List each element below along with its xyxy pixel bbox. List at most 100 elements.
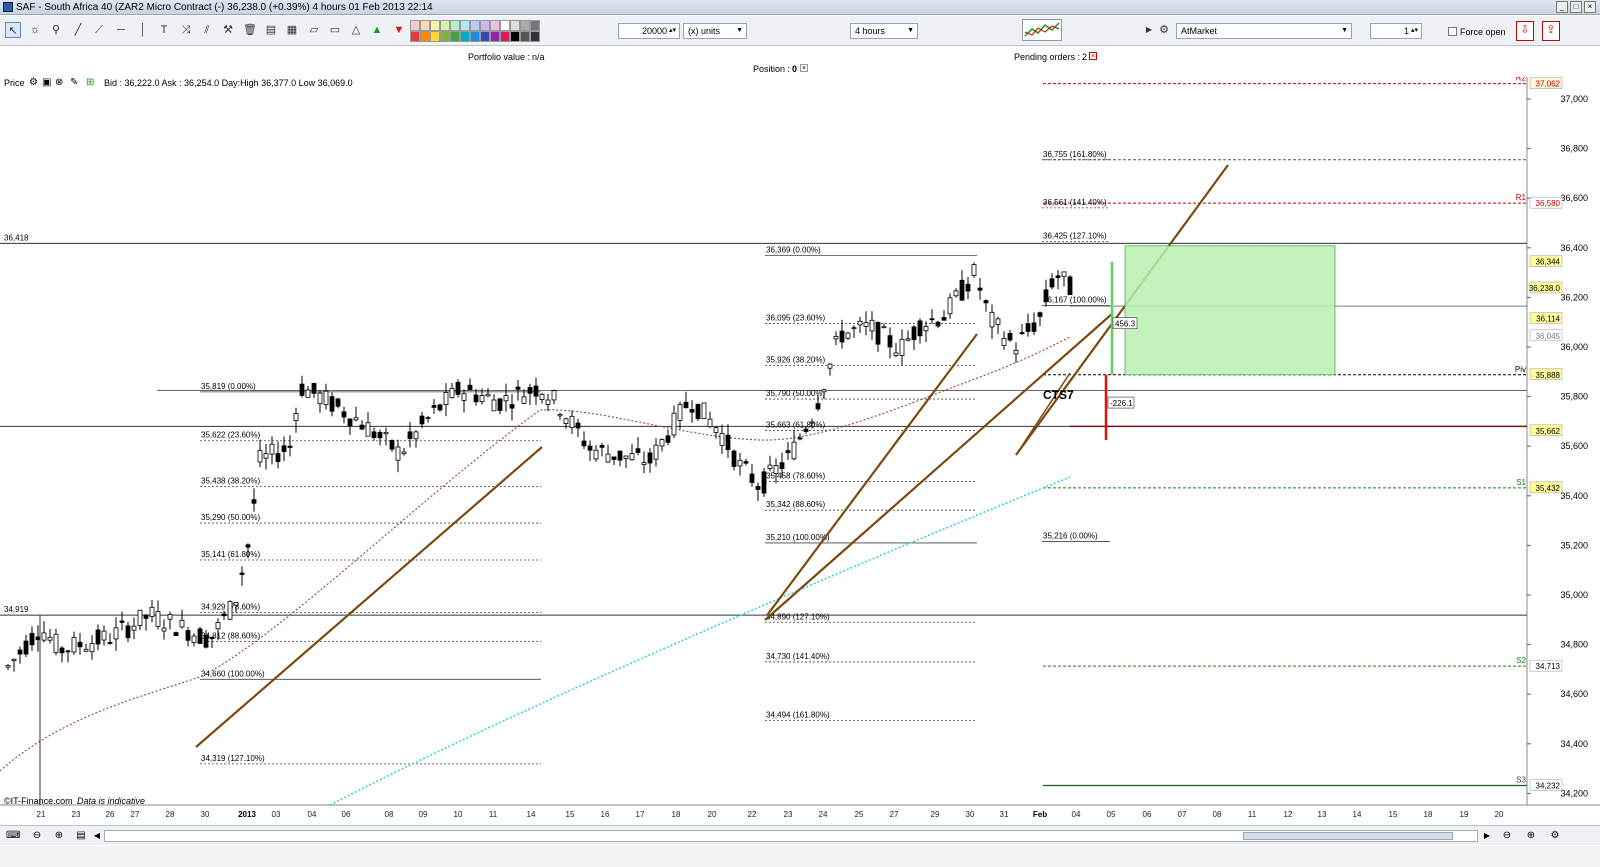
print-icon[interactable]: ▤ [74,829,88,843]
close-button[interactable]: × [1584,1,1596,13]
expand-arrow-icon[interactable]: ▶ [1145,22,1153,38]
palette-swatch[interactable] [460,20,470,31]
tools-icon[interactable]: ⚒ [220,22,236,38]
force-open-checkbox[interactable] [1448,27,1457,36]
keyboard-icon[interactable]: ⌨ [6,829,20,843]
y-tick-label: 35,200 [1560,540,1588,550]
scroll-right-icon[interactable]: ▶ [1480,829,1494,843]
order-settings-icon[interactable]: ⚙ [1156,22,1172,38]
cursor-icon[interactable]: ⊕ [52,829,66,843]
units-select[interactable]: (x) units ▼ [683,23,747,39]
scroll-thumb[interactable] [1243,832,1453,840]
sell-arrow-icon[interactable]: ▼ [391,22,407,38]
candle-up [353,417,359,421]
candle-up [101,630,107,641]
palette-swatch[interactable] [500,31,510,42]
scroll-left-icon[interactable]: ◀ [90,829,104,843]
delete-icon[interactable]: 🗑 [242,22,258,38]
chart-canvas[interactable]: 37,000 36,800 36,600 36,400 36,200 36,000 35,8… [0,77,1600,823]
horizontal-line-icon[interactable]: ─ [113,22,129,38]
candle-up [155,611,161,627]
palette-swatch[interactable] [510,31,520,42]
y-tick-label: 34,200 [1560,788,1588,798]
ruler-icon[interactable]: ▱ [306,22,322,38]
candle-down [59,647,65,654]
color-palette[interactable] [410,20,540,42]
palette-swatch[interactable] [490,20,500,31]
close-position-icon[interactable]: × [800,64,808,72]
candle-up [167,614,173,620]
palette-swatch[interactable] [410,31,420,42]
zoom-out-icon[interactable]: ⊖ [30,829,44,843]
palette-swatch[interactable] [530,31,540,42]
candle-up [701,402,707,420]
text-tool-icon[interactable]: T [156,22,172,38]
palette-swatch[interactable] [410,20,420,31]
candle-up [677,404,683,421]
palette-swatch[interactable] [430,31,440,42]
line-tool-icon[interactable]: ╱ [70,22,86,38]
palette-swatch[interactable] [470,20,480,31]
palette-swatch[interactable] [460,31,470,42]
palette-swatch[interactable] [450,20,460,31]
candle-up [569,415,575,428]
palette-swatch[interactable] [440,31,450,42]
candle-up [809,421,815,424]
zoom-tool-icon[interactable]: ⚲ [48,22,64,38]
palette-swatch[interactable] [530,20,540,31]
sell-order-icon[interactable]: ⇩ [1516,21,1534,41]
timeframe-select[interactable]: 4 hours ▼ [850,23,918,39]
close-positions-icon[interactable]: ⇪ [1542,21,1560,41]
maximize-button[interactable]: □ [1570,1,1582,13]
y-tick-label: 35,800 [1560,392,1588,402]
channel-tool-icon[interactable]: ⫽ [199,22,215,38]
order-qty-input[interactable]: 1 ▴▾ [1370,23,1422,39]
settings-icon[interactable]: ⚙ [1548,829,1562,843]
x-tick-label: 06 [1143,810,1152,819]
candle-down [785,450,791,453]
palette-swatch[interactable] [490,31,500,42]
triangle-tool-icon[interactable]: △ [348,22,364,38]
candle-down [197,628,203,644]
candle-down [299,383,305,396]
price-tag-label: 35,662 [1536,427,1561,436]
alarm-tool-icon[interactable]: ☼ [27,22,43,38]
app-icon [3,2,13,12]
quantity-input[interactable]: 20000 ▴▾ [618,23,680,39]
horizontal-scrollbar[interactable] [104,830,1478,842]
palette-swatch[interactable] [450,31,460,42]
indicator-icon[interactable]: ▤ [263,22,279,38]
palette-swatch[interactable] [440,20,450,31]
palette-swatch[interactable] [470,31,480,42]
candle-down [287,445,293,448]
chart-style-icon[interactable] [1022,19,1062,41]
fit-icon[interactable]: ⊕ [1524,829,1538,843]
palette-swatch[interactable] [500,20,510,31]
study-icon[interactable]: ▦ [284,22,300,38]
ray-tool-icon[interactable]: ⟋ [91,22,107,38]
x-tick-label: 2013 [238,810,256,819]
palette-swatch[interactable] [510,20,520,31]
minimize-button[interactable]: _ [1556,1,1568,13]
palette-swatch[interactable] [480,20,490,31]
fibonacci-tool-icon[interactable]: ⤨ [178,22,194,38]
zoom-icon[interactable]: ⊖ [1500,829,1514,843]
candle-down [419,415,425,425]
order-type-select[interactable]: AtMarket ▼ [1176,23,1352,39]
palette-swatch[interactable] [430,20,440,31]
price-chart[interactable]: 37,000 36,800 36,600 36,400 36,200 36,000 35,8… [0,77,1600,823]
buy-arrow-icon[interactable]: ▲ [369,22,385,38]
palette-swatch[interactable] [420,31,430,42]
pointer-tool-icon[interactable]: ↖ [5,22,21,38]
info-bar: Portfolio value : n/a Position : 0 × Pen… [0,47,1600,88]
portfolio-label: Portfolio value : [468,52,531,62]
palette-swatch[interactable] [520,31,530,42]
cancel-orders-icon[interactable]: × [1089,52,1097,60]
candle-down [797,437,803,440]
rectangle-tool-icon[interactable]: ▭ [327,22,343,38]
palette-swatch[interactable] [420,20,430,31]
palette-swatch[interactable] [480,31,490,42]
vertical-line-icon[interactable]: │ [135,22,151,38]
candle-down [803,428,809,432]
palette-swatch[interactable] [520,20,530,31]
